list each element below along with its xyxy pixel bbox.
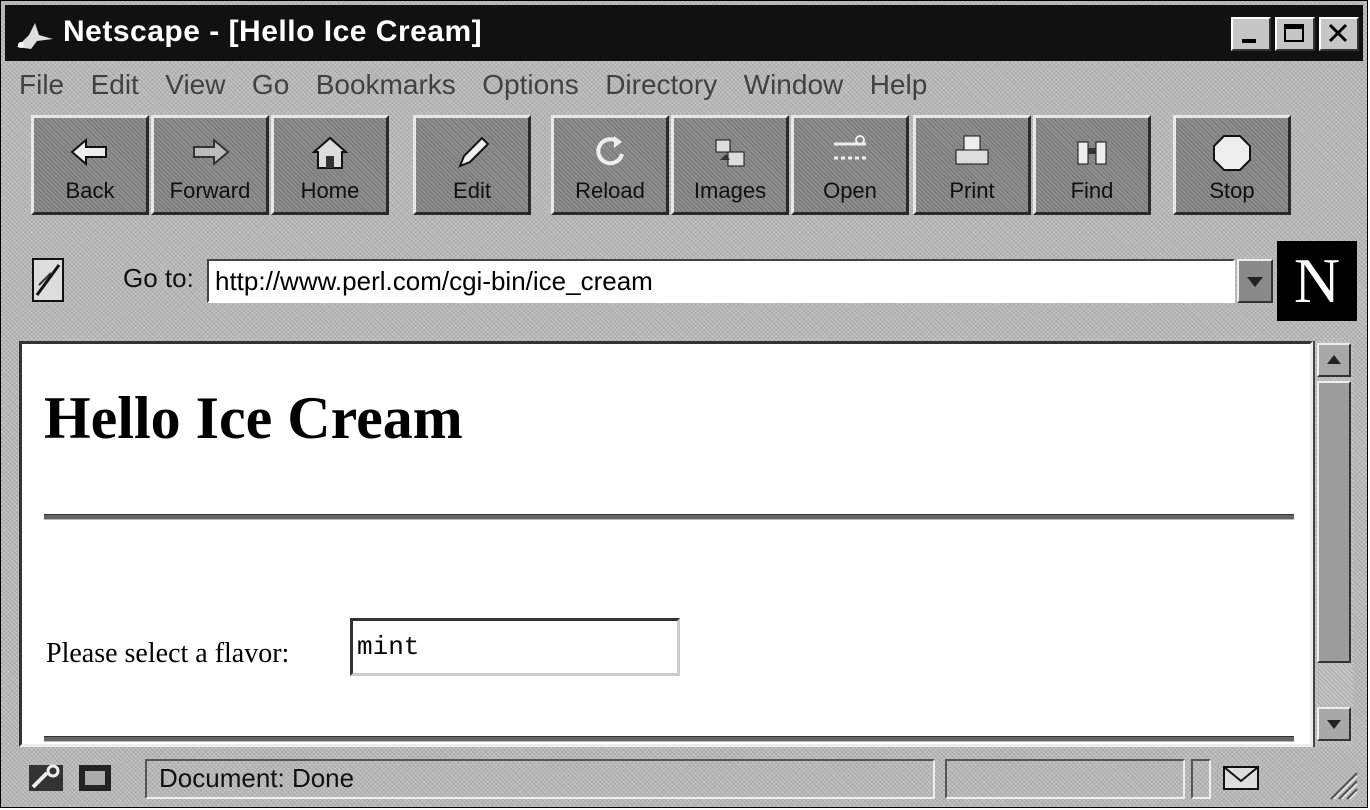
menu-view[interactable]: View [165, 65, 225, 105]
maximize-button[interactable] [1275, 17, 1315, 51]
goto-label: Go to: [123, 263, 194, 293]
vertical-scrollbar[interactable] [1313, 341, 1353, 747]
menu-bar: File Edit View Go Bookmarks Options Dire… [19, 65, 949, 105]
open-location-icon [834, 135, 866, 160]
stop-icon [1213, 135, 1251, 171]
minimize-button[interactable] [1231, 17, 1271, 51]
close-button[interactable] [1319, 17, 1359, 51]
flavor-label: Please select a flavor: [46, 638, 290, 669]
forward-arrow-icon [193, 137, 230, 167]
window-title: Netscape - [Hello Ice Cream] [63, 15, 483, 48]
find-label: Find [1070, 178, 1114, 203]
close-icon [1328, 23, 1348, 43]
edit-label: Edit [453, 178, 491, 203]
arrow-down-icon [1327, 720, 1341, 729]
menu-help[interactable]: Help [870, 65, 928, 105]
forward-button[interactable]: Forward [151, 115, 269, 215]
menu-edit[interactable]: Edit [91, 65, 139, 105]
binoculars-icon [1077, 141, 1107, 165]
reload-label: Reload [575, 178, 645, 203]
bookmark-page-icon[interactable] [29, 255, 69, 305]
minimize-icon [1242, 39, 1256, 43]
flavor-input[interactable] [350, 618, 680, 676]
edit-button[interactable]: Edit [413, 115, 531, 215]
home-icon [311, 136, 349, 169]
open-button[interactable]: Open [791, 115, 909, 215]
images-button[interactable]: Images [671, 115, 789, 215]
reload-button[interactable]: Reload [551, 115, 669, 215]
home-button[interactable]: Home [271, 115, 389, 215]
status-segment [1191, 759, 1211, 799]
maximize-icon [1284, 24, 1304, 42]
scroll-thumb[interactable] [1317, 381, 1351, 663]
printer-icon [955, 135, 989, 165]
horizontal-rule-bottom [44, 736, 1294, 742]
stop-label: Stop [1209, 178, 1255, 203]
reload-icon [596, 136, 624, 166]
status-text: Document: Done [159, 763, 355, 793]
progress-indicator [945, 759, 1185, 799]
scroll-up-button[interactable] [1317, 343, 1351, 377]
title-bar[interactable]: Netscape - [Hello Ice Cream] [5, 5, 1363, 61]
connection-status-icon [79, 765, 111, 791]
back-button[interactable]: Back [31, 115, 149, 215]
mail-envelope-icon[interactable] [1221, 763, 1261, 793]
menu-directory[interactable]: Directory [605, 65, 717, 105]
menu-window[interactable]: Window [744, 65, 844, 105]
arrow-up-icon [1327, 355, 1341, 364]
back-arrow-icon [70, 137, 107, 167]
scroll-down-button[interactable] [1317, 707, 1351, 741]
stop-button[interactable]: Stop [1173, 115, 1291, 215]
menu-bookmarks[interactable]: Bookmarks [316, 65, 456, 105]
images-icon [715, 139, 745, 167]
menu-options[interactable]: Options [482, 65, 579, 105]
print-label: Print [949, 178, 995, 203]
print-button[interactable]: Print [913, 115, 1031, 215]
menu-go[interactable]: Go [252, 65, 289, 105]
menu-file[interactable]: File [19, 65, 64, 105]
status-bar: Document: Done [5, 753, 1363, 805]
netscape-logo-icon [17, 23, 53, 49]
back-label: Back [65, 178, 115, 203]
pencil-icon [458, 136, 490, 168]
horizontal-rule [44, 514, 1294, 520]
netscape-throbber-logo[interactable]: N [1277, 241, 1357, 321]
images-label: Images [693, 178, 767, 203]
open-label: Open [823, 178, 877, 203]
url-input[interactable]: http://www.perl.com/cgi-bin/ice_cream [207, 259, 1235, 303]
resize-grip-icon[interactable] [1325, 767, 1359, 801]
navigation-toolbar: Back Forward Home Edit Reload Images Ope… [21, 111, 1361, 221]
browser-window: Netscape - [Hello Ice Cream] File Edit V… [0, 0, 1368, 808]
status-message-box: Document: Done [145, 759, 935, 799]
forward-label: Forward [169, 178, 251, 203]
find-button[interactable]: Find [1033, 115, 1151, 215]
location-bar: Go to: http://www.perl.com/cgi-bin/ice_c… [21, 233, 1361, 329]
home-label: Home [300, 178, 360, 203]
security-key-icon[interactable] [27, 761, 65, 795]
page-content: Hello Ice Cream Please select a flavor: [19, 341, 1313, 747]
page-heading: Hello Ice Cream [44, 385, 463, 451]
chevron-down-icon [1247, 277, 1263, 287]
url-dropdown-button[interactable] [1237, 259, 1273, 303]
